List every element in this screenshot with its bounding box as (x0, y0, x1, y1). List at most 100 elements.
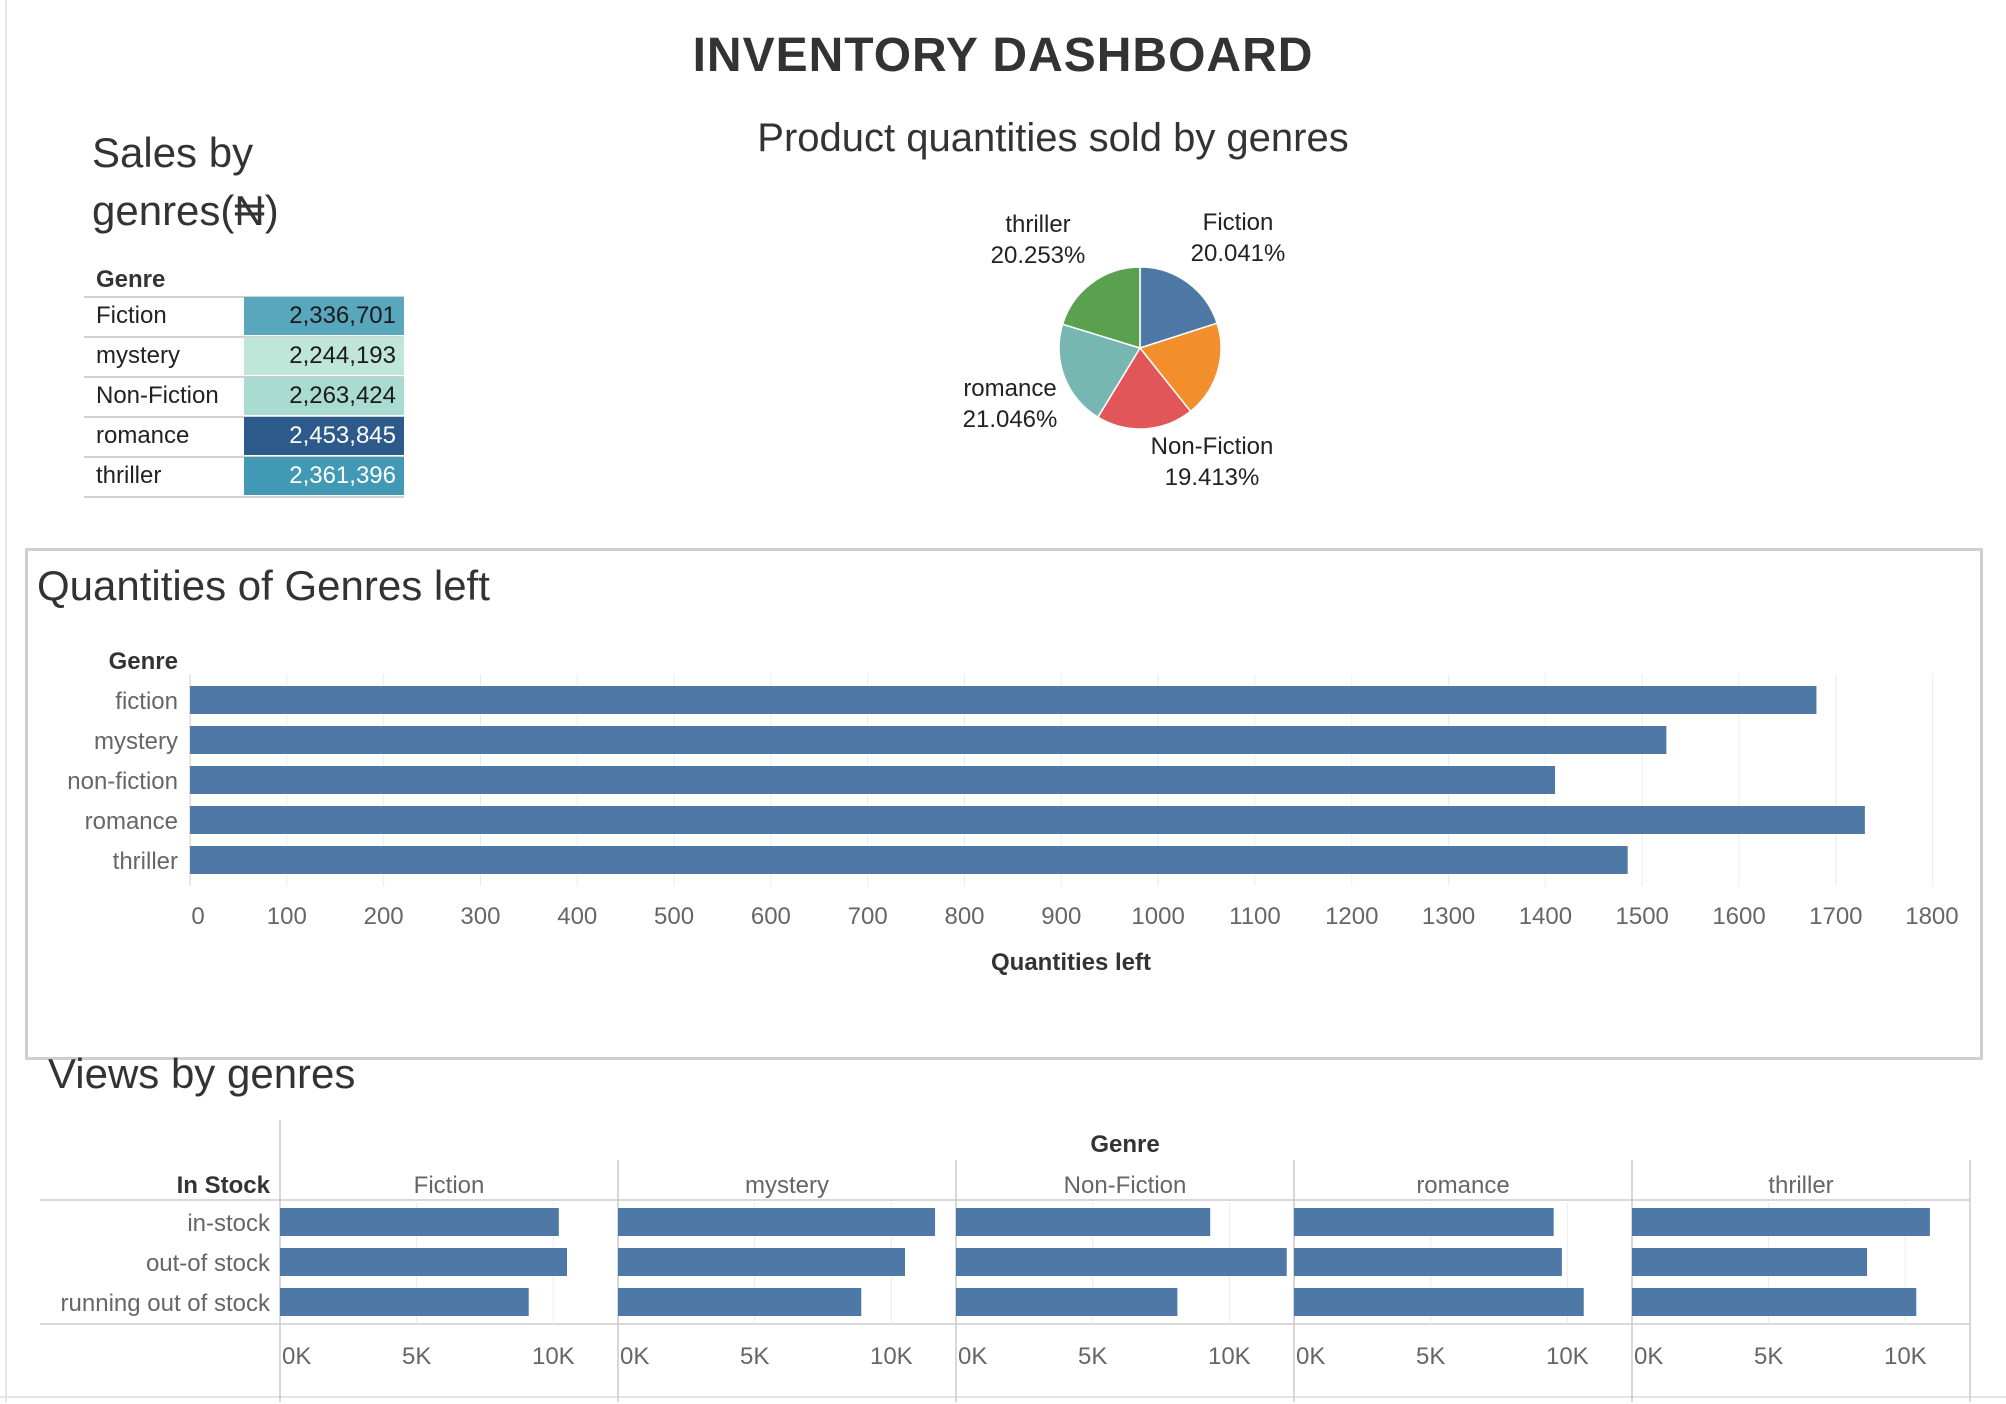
views-x-tick-label: 10K (1546, 1343, 1589, 1370)
views-panel-title: Non-Fiction (1064, 1172, 1187, 1199)
quantities-x-tick-label: 1700 (1809, 903, 1862, 930)
quantities-x-tick-label: 1300 (1422, 903, 1475, 930)
views-x-tick-label: 5K (740, 1343, 769, 1370)
sales-table-header: Genre (96, 266, 166, 293)
views-bar-thriller (1632, 1288, 1917, 1316)
quantities-x-tick-label: 600 (751, 903, 791, 930)
views-x-tick-label: 10K (1884, 1343, 1927, 1370)
views-bar-thriller (1632, 1208, 1930, 1236)
pie-slice-name-label: Fiction (1203, 209, 1274, 236)
quantities-category-label: thriller (113, 848, 178, 875)
views-row-header: In Stock (177, 1172, 271, 1199)
views-bar-non-fiction (956, 1288, 1178, 1316)
quantities-x-axis-title: Quantities left (991, 949, 1151, 976)
sales-table-bottom-border (84, 496, 404, 498)
quantities-x-tick-label: 1500 (1616, 903, 1669, 930)
views-x-tick-label: 0K (958, 1343, 987, 1370)
quantities-x-tick-label: 1200 (1325, 903, 1378, 930)
sales-table-value-cell: 2,244,193 (244, 337, 404, 375)
quantities-x-tick-label: 500 (654, 903, 694, 930)
pie-slice-percent-label: 19.413% (1165, 464, 1260, 491)
pie-slice-percent-label: 20.041% (1191, 240, 1286, 267)
quantities-bar-non-fiction (190, 766, 1556, 794)
quantities-x-tick-label: 100 (267, 903, 307, 930)
views-row-label: in-stock (187, 1210, 271, 1237)
pie-chart: Fiction 20.041% Non-Fiction 19.413% romance 2… (963, 209, 1286, 491)
views-bar-thriller (1632, 1248, 1868, 1276)
pie-slice-name-label: Non-Fiction (1151, 433, 1274, 460)
views-chart-title: Views by genres (48, 1050, 356, 1097)
views-bar-fiction (280, 1248, 567, 1276)
quantities-bar-thriller (190, 846, 1628, 874)
dashboard-title: INVENTORY DASHBOARD (692, 29, 1314, 82)
views-x-tick-label: 10K (1208, 1343, 1251, 1370)
views-bar-mystery (618, 1208, 936, 1236)
quantities-category-label: fiction (115, 688, 178, 715)
quantities-x-tick-label: 800 (944, 903, 984, 930)
views-x-tick-label: 0K (1296, 1343, 1325, 1370)
quantities-bar-chart: Genre fiction mystery non-fiction romance thr… (67, 648, 1958, 976)
views-bar-mystery (618, 1248, 905, 1276)
views-panel-title: Fiction (414, 1172, 485, 1199)
views-column-header: Genre (1090, 1131, 1159, 1158)
views-panel-title: mystery (745, 1172, 829, 1199)
views-x-tick-label: 10K (870, 1343, 913, 1370)
views-bar-non-fiction (956, 1208, 1211, 1236)
views-x-tick-label: 5K (1754, 1343, 1783, 1370)
quantities-x-tick-label: 700 (848, 903, 888, 930)
quantities-x-tick-label: 200 (364, 903, 404, 930)
quantities-category-label: mystery (94, 728, 178, 755)
pie-chart-title: Product quantities sold by genres (757, 116, 1349, 160)
views-x-tick-label: 5K (402, 1343, 431, 1370)
quantities-category-label: non-fiction (67, 768, 178, 795)
views-x-tick-label: 10K (532, 1343, 575, 1370)
quantities-x-tick-label: 1600 (1712, 903, 1765, 930)
sales-table-value-cell: 2,361,396 (244, 457, 404, 495)
sales-table-genre-label: thriller (96, 462, 162, 489)
sales-table-value-cell: 2,453,845 (244, 417, 404, 455)
pie-slice-name-label: thriller (1005, 211, 1070, 238)
views-bar-romance (1294, 1288, 1584, 1316)
views-bar-romance (1294, 1208, 1554, 1236)
views-bar-fiction (280, 1288, 529, 1316)
views-row-label: out-of stock (146, 1250, 271, 1277)
quantities-x-tick-label: 1100 (1229, 903, 1281, 930)
quantities-bar-fiction (190, 686, 1817, 714)
sales-table-value-cell: 2,263,424 (244, 377, 404, 415)
views-x-tick-label: 0K (620, 1343, 649, 1370)
quantities-category-label: romance (85, 808, 178, 835)
views-x-tick-label: 5K (1416, 1343, 1445, 1370)
quantities-x-tick-label: 0 (191, 903, 204, 930)
frame-left-edge (0, 0, 7, 1402)
sales-table-genre-label: mystery (96, 342, 180, 369)
views-panel-title: thriller (1768, 1172, 1833, 1199)
sales-table-value-cell: 2,336,701 (244, 297, 404, 335)
views-panel-title: romance (1416, 1172, 1509, 1199)
views-x-tick-label: 0K (282, 1343, 311, 1370)
pie-slice-name-label: romance (963, 375, 1056, 402)
quantities-x-tick-label: 900 (1041, 903, 1081, 930)
views-bar-romance (1294, 1248, 1562, 1276)
sales-table-genre-label: Non-Fiction (96, 382, 219, 409)
pie-slice-percent-label: 21.046% (963, 406, 1058, 433)
quantities-x-tick-label: 400 (557, 903, 597, 930)
quantities-x-tick-label: 1000 (1131, 903, 1184, 930)
views-bar-mystery (618, 1288, 862, 1316)
sales-table-genre-label: romance (96, 422, 190, 449)
quantities-y-axis-title: Genre (109, 648, 178, 675)
quantities-x-tick-label: 1800 (1905, 903, 1958, 930)
views-bar-fiction (280, 1208, 559, 1236)
quantities-bar-mystery (190, 726, 1667, 754)
quantities-x-tick-label: 300 (460, 903, 500, 930)
views-row-label: running out of stock (61, 1290, 271, 1317)
views-bar-chart: Genre In Stock in-stock out-of stock running… (40, 1120, 1971, 1402)
quantities-chart-title: Quantities of Genres left (37, 562, 490, 609)
sales-title-line-2: genres(₦) (92, 187, 279, 234)
views-x-tick-label: 0K (1634, 1343, 1663, 1370)
quantities-x-tick-label: 1400 (1519, 903, 1572, 930)
pie-slice-percent-label: 20.253% (991, 242, 1086, 269)
sales-table-genre-label: Fiction (96, 302, 167, 329)
views-bar-non-fiction (956, 1248, 1287, 1276)
views-x-tick-label: 5K (1078, 1343, 1107, 1370)
quantities-bar-romance (190, 806, 1865, 834)
